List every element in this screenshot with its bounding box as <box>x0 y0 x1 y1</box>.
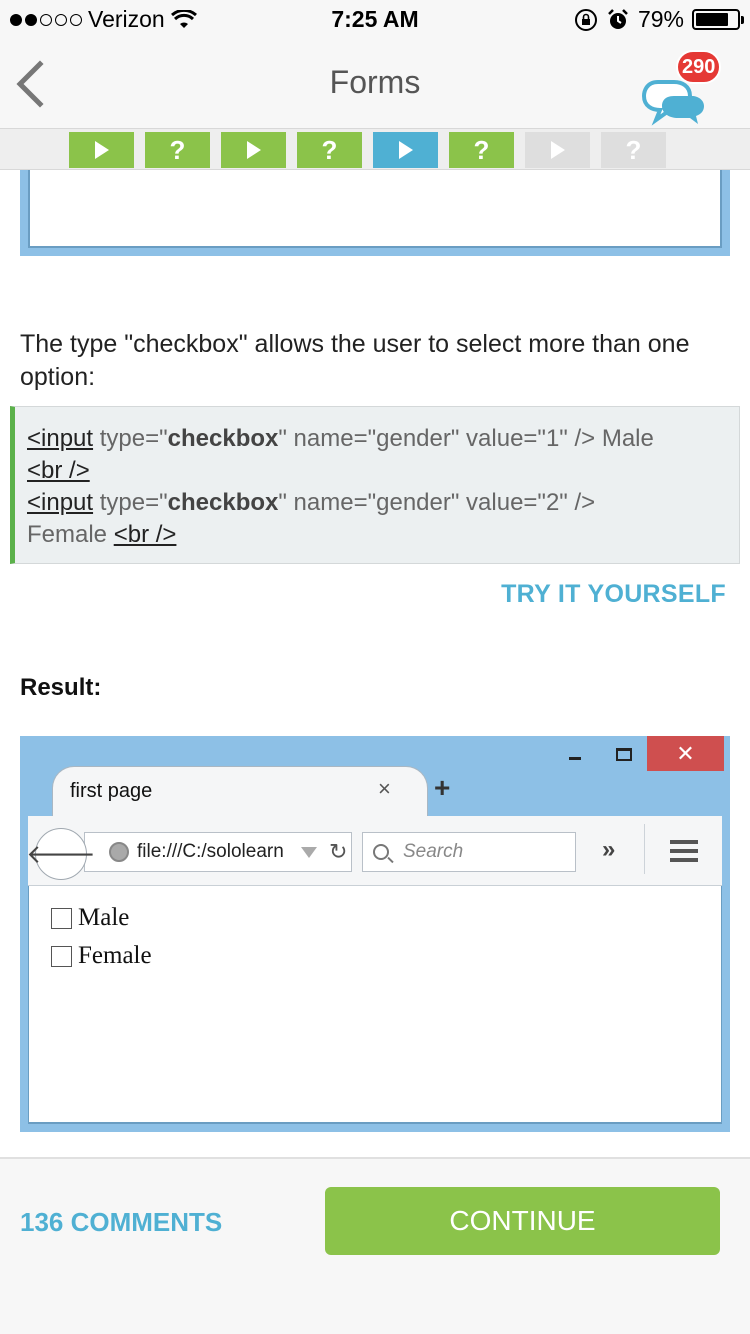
new-tab-icon: + <box>434 772 451 803</box>
code-line: Female <br /> <box>27 519 727 551</box>
code-text: type=" <box>93 489 168 516</box>
code-tag: <br /> <box>113 521 177 548</box>
previous-result-frame <box>20 170 730 256</box>
checkbox-row-female: Female <box>51 942 152 970</box>
checkbox-label: Female <box>78 942 152 969</box>
comments-button[interactable]: 136 COMMENTS <box>20 1207 222 1238</box>
try-it-yourself-button[interactable]: TRY IT YOURSELF <box>501 580 726 609</box>
search-placeholder: Search <box>403 841 464 862</box>
checkbox-label: Male <box>78 904 130 931</box>
minimize-icon <box>569 757 581 760</box>
quiz-step-6[interactable]: ? <box>449 132 514 168</box>
notification-badge: 290 <box>676 50 722 84</box>
tab-title: first page <box>70 780 153 802</box>
code-line: <input type="checkbox" name="gender" val… <box>27 487 727 519</box>
bottom-action-bar: 136 COMMENTS CONTINUE <box>0 1157 750 1334</box>
code-line: <input type="checkbox" name="gender" val… <box>27 423 727 455</box>
lesson-paragraph: The type "checkbox" allows the user to s… <box>20 330 690 391</box>
navigation-bar: Forms 290 <box>0 40 750 128</box>
checkbox-icon <box>51 907 72 929</box>
browser-viewport: Male Female <box>28 886 722 1124</box>
overflow-icon: » <box>602 836 616 863</box>
address-text: file:///C:/sololearn <box>137 841 284 862</box>
code-text: " name="gender" value="1" /> Male <box>278 425 654 452</box>
code-block: <input type="checkbox" name="gender" val… <box>10 406 740 564</box>
result-heading: Result: <box>20 674 102 701</box>
code-text: Female <box>27 521 114 548</box>
lesson-progress: ???? <box>0 128 750 170</box>
lesson-step-1[interactable] <box>69 132 134 168</box>
lesson-step-3[interactable] <box>221 132 286 168</box>
progress-steps: ???? <box>69 132 666 168</box>
play-icon <box>246 141 261 159</box>
lesson-step-5[interactable] <box>373 132 438 168</box>
previous-result-viewport <box>28 170 722 248</box>
reload-icon: ↻ <box>329 839 348 864</box>
question-icon: ? <box>473 134 490 165</box>
dropdown-arrow-icon <box>301 846 317 858</box>
code-tag: <br /> <box>27 457 90 484</box>
tab-close-icon: × <box>378 776 391 801</box>
checkbox-icon <box>51 945 72 967</box>
result-browser-screenshot: ✕ first page × + file:///C:/sololearn ↻ … <box>20 736 730 1132</box>
toolbar-divider <box>644 824 645 874</box>
question-icon: ? <box>169 134 186 165</box>
window-close-icon: ✕ <box>647 736 724 771</box>
play-icon <box>550 141 565 159</box>
question-icon: ? <box>321 134 338 165</box>
code-text: " name="gender" value="2" /> <box>278 489 596 516</box>
status-right: 79% <box>574 6 744 33</box>
orientation-lock-icon <box>574 8 597 31</box>
code-keyword: checkbox <box>167 489 279 516</box>
play-icon <box>94 141 109 159</box>
question-icon: ? <box>625 134 642 165</box>
lesson-step-7[interactable] <box>525 132 590 168</box>
code-keyword: checkbox <box>167 425 279 452</box>
browser-toolbar: file:///C:/sololearn ↻ 🡐 Search » <box>26 816 722 886</box>
quiz-step-8[interactable]: ? <box>601 132 666 168</box>
code-text: type=" <box>93 425 168 452</box>
battery-icon <box>692 9 744 30</box>
code-tag: <input <box>27 425 94 452</box>
maximize-icon <box>616 748 632 761</box>
quiz-step-4[interactable]: ? <box>297 132 362 168</box>
search-icon <box>373 844 389 860</box>
globe-icon <box>109 842 129 862</box>
code-line: <br /> <box>27 455 727 487</box>
discussion-button[interactable]: 290 <box>640 50 730 126</box>
browser-search-box: Search <box>362 832 576 872</box>
address-bar: file:///C:/sololearn ↻ <box>84 832 352 872</box>
continue-button[interactable]: CONTINUE <box>325 1187 720 1255</box>
checkbox-row-male: Male <box>51 904 129 932</box>
browser-back-icon: 🡐 <box>26 828 96 880</box>
code-tag: <input <box>27 489 94 516</box>
menu-icon <box>670 840 698 867</box>
battery-percent: 79% <box>637 6 684 32</box>
status-bar: Verizon 7:25 AM 79% <box>0 0 750 40</box>
alarm-icon <box>608 8 628 29</box>
battery-level <box>696 13 728 26</box>
quiz-step-2[interactable]: ? <box>145 132 210 168</box>
page-title: Forms <box>329 64 421 100</box>
play-icon <box>398 141 413 159</box>
